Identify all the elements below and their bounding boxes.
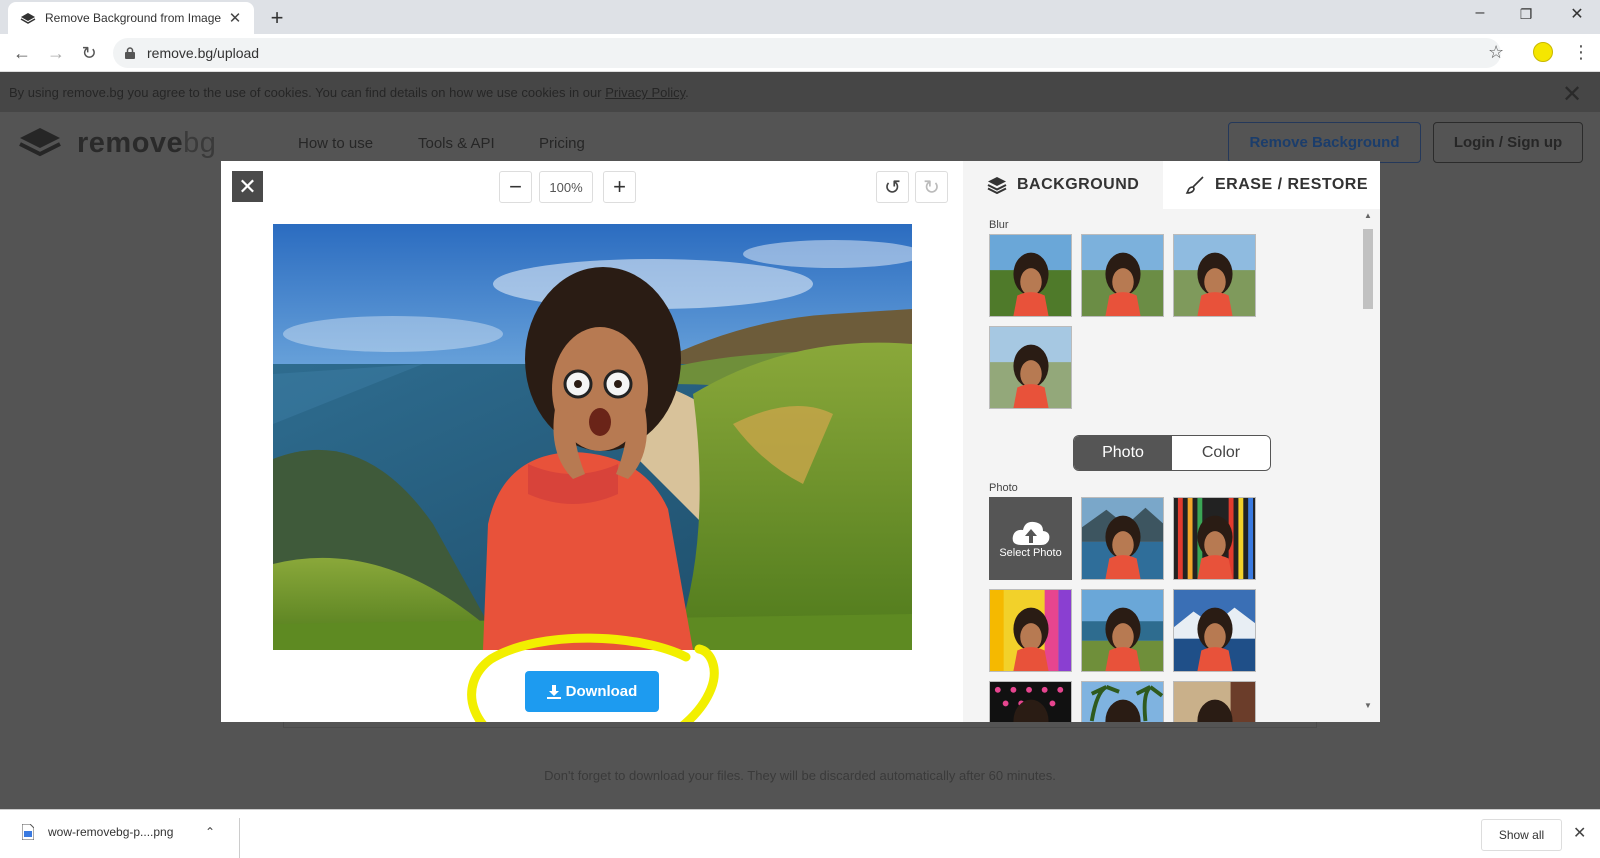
back-arrow-icon[interactable]: ← <box>10 41 34 65</box>
redo-icon[interactable]: ↻ <box>915 171 948 203</box>
blur-thumbnail-2[interactable] <box>1081 234 1164 317</box>
photo-section-label: Photo <box>989 482 1018 494</box>
download-shelf: wow-removebg-p....png ⌃ Show all ✕ <box>0 809 1600 858</box>
chevron-up-icon[interactable]: ⌃ <box>205 825 215 839</box>
cookie-bar: By using remove.bg you agree to the use … <box>0 72 1600 112</box>
scrollbar-thumb[interactable] <box>1363 229 1373 309</box>
extension-icon[interactable] <box>1533 42 1553 62</box>
photo-thumbnail-palms[interactable] <box>1081 681 1164 722</box>
tab-close-icon[interactable]: ✕ <box>226 9 244 27</box>
editor-modal: ✕ − 100% + ↺ ↻ Download BACKGROUND ERASE… <box>221 161 1380 722</box>
bookmark-star-icon[interactable]: ☆ <box>1488 42 1504 63</box>
cookie-text: By using remove.bg you agree to the use … <box>9 85 689 100</box>
browser-tab-bar: Remove Background from Image ✕ + – ❐ ✕ <box>0 0 1600 34</box>
background-sidebar: BACKGROUND ERASE / RESTORE Blur Photo Co… <box>963 161 1380 722</box>
new-tab-button[interactable]: + <box>266 5 288 31</box>
logo-layers-icon <box>19 128 61 157</box>
tab-title: Remove Background from Image <box>45 11 222 25</box>
blur-thumbnail-3[interactable] <box>1173 234 1256 317</box>
shelf-divider <box>239 818 240 858</box>
privacy-policy-link[interactable]: Privacy Policy <box>605 85 685 100</box>
cookie-close-icon[interactable]: ✕ <box>1562 80 1582 109</box>
show-all-button[interactable]: Show all <box>1481 819 1562 851</box>
login-signup-button[interactable]: Login / Sign up <box>1433 122 1583 163</box>
sidebar-scrollbar[interactable]: ▲ ▼ <box>1361 211 1375 722</box>
shelf-close-icon[interactable]: ✕ <box>1573 823 1586 843</box>
blur-thumbnail-1[interactable] <box>989 234 1072 317</box>
removebg-favicon-icon <box>20 13 36 24</box>
remove-background-button[interactable]: Remove Background <box>1228 122 1421 163</box>
address-bar-row: ← → ↻ remove.bg/upload ☆ ⋮ <box>0 34 1600 72</box>
nav-tools-api[interactable]: Tools & API <box>418 135 495 152</box>
layers-icon <box>987 177 1007 194</box>
undo-icon[interactable]: ↺ <box>876 171 909 203</box>
photo-thumbnail-coast[interactable] <box>1081 589 1164 672</box>
minimize-button[interactable]: – <box>1457 4 1503 22</box>
download-button[interactable]: Download <box>525 671 659 712</box>
tab-background[interactable]: BACKGROUND <box>963 161 1163 209</box>
discard-notice: Don't forget to download your files. The… <box>544 768 1056 783</box>
blur-thumbnail-4[interactable] <box>989 326 1072 409</box>
downloaded-file-name: wow-removebg-p....png <box>48 825 174 839</box>
photo-thumbnail-lake[interactable] <box>1081 497 1164 580</box>
zoom-out-button[interactable]: − <box>499 171 532 203</box>
download-label: Download <box>565 683 638 700</box>
photo-thumbnail-rainbow[interactable] <box>989 589 1072 672</box>
downloaded-file-item[interactable]: wow-removebg-p....png ⌃ <box>22 824 215 840</box>
toggle-photo[interactable]: Photo <box>1074 436 1172 470</box>
zoom-level: 100% <box>539 171 593 203</box>
browser-tab[interactable]: Remove Background from Image ✕ <box>8 2 254 34</box>
photo-color-toggle: Photo Color <box>1073 435 1271 471</box>
download-icon <box>546 684 561 699</box>
tab-erase-restore[interactable]: ERASE / RESTORE <box>1163 161 1380 209</box>
brush-icon <box>1185 176 1204 194</box>
blur-section-label: Blur <box>989 219 1009 231</box>
forward-arrow-icon[interactable]: → <box>44 41 68 65</box>
zoom-in-button[interactable]: + <box>603 171 636 203</box>
cloud-upload-icon <box>1012 521 1049 545</box>
preview-image <box>273 224 912 650</box>
removebg-logo[interactable]: removebg <box>18 126 216 160</box>
reload-icon[interactable]: ↻ <box>77 41 101 65</box>
url-field[interactable]: remove.bg/upload <box>113 38 1501 68</box>
photo-thumbnail-interior[interactable] <box>1173 681 1256 722</box>
window-close-button[interactable]: ✕ <box>1554 4 1600 24</box>
photo-thumbnail-dots[interactable] <box>989 681 1072 722</box>
browser-menu-icon[interactable]: ⋮ <box>1572 42 1590 63</box>
photo-thumbnail-mountains[interactable] <box>1173 589 1256 672</box>
select-photo-button[interactable]: Select Photo <box>989 497 1072 580</box>
modal-close-button[interactable]: ✕ <box>232 171 263 202</box>
restore-button[interactable]: ❐ <box>1503 6 1549 23</box>
toggle-color[interactable]: Color <box>1172 436 1270 470</box>
file-icon <box>22 824 34 840</box>
nav-pricing[interactable]: Pricing <box>539 135 585 152</box>
url-text: remove.bg/upload <box>147 45 260 61</box>
photo-thumbnail-stripes[interactable] <box>1173 497 1256 580</box>
nav-how-to-use[interactable]: How to use <box>298 135 373 152</box>
lock-icon <box>125 47 135 59</box>
